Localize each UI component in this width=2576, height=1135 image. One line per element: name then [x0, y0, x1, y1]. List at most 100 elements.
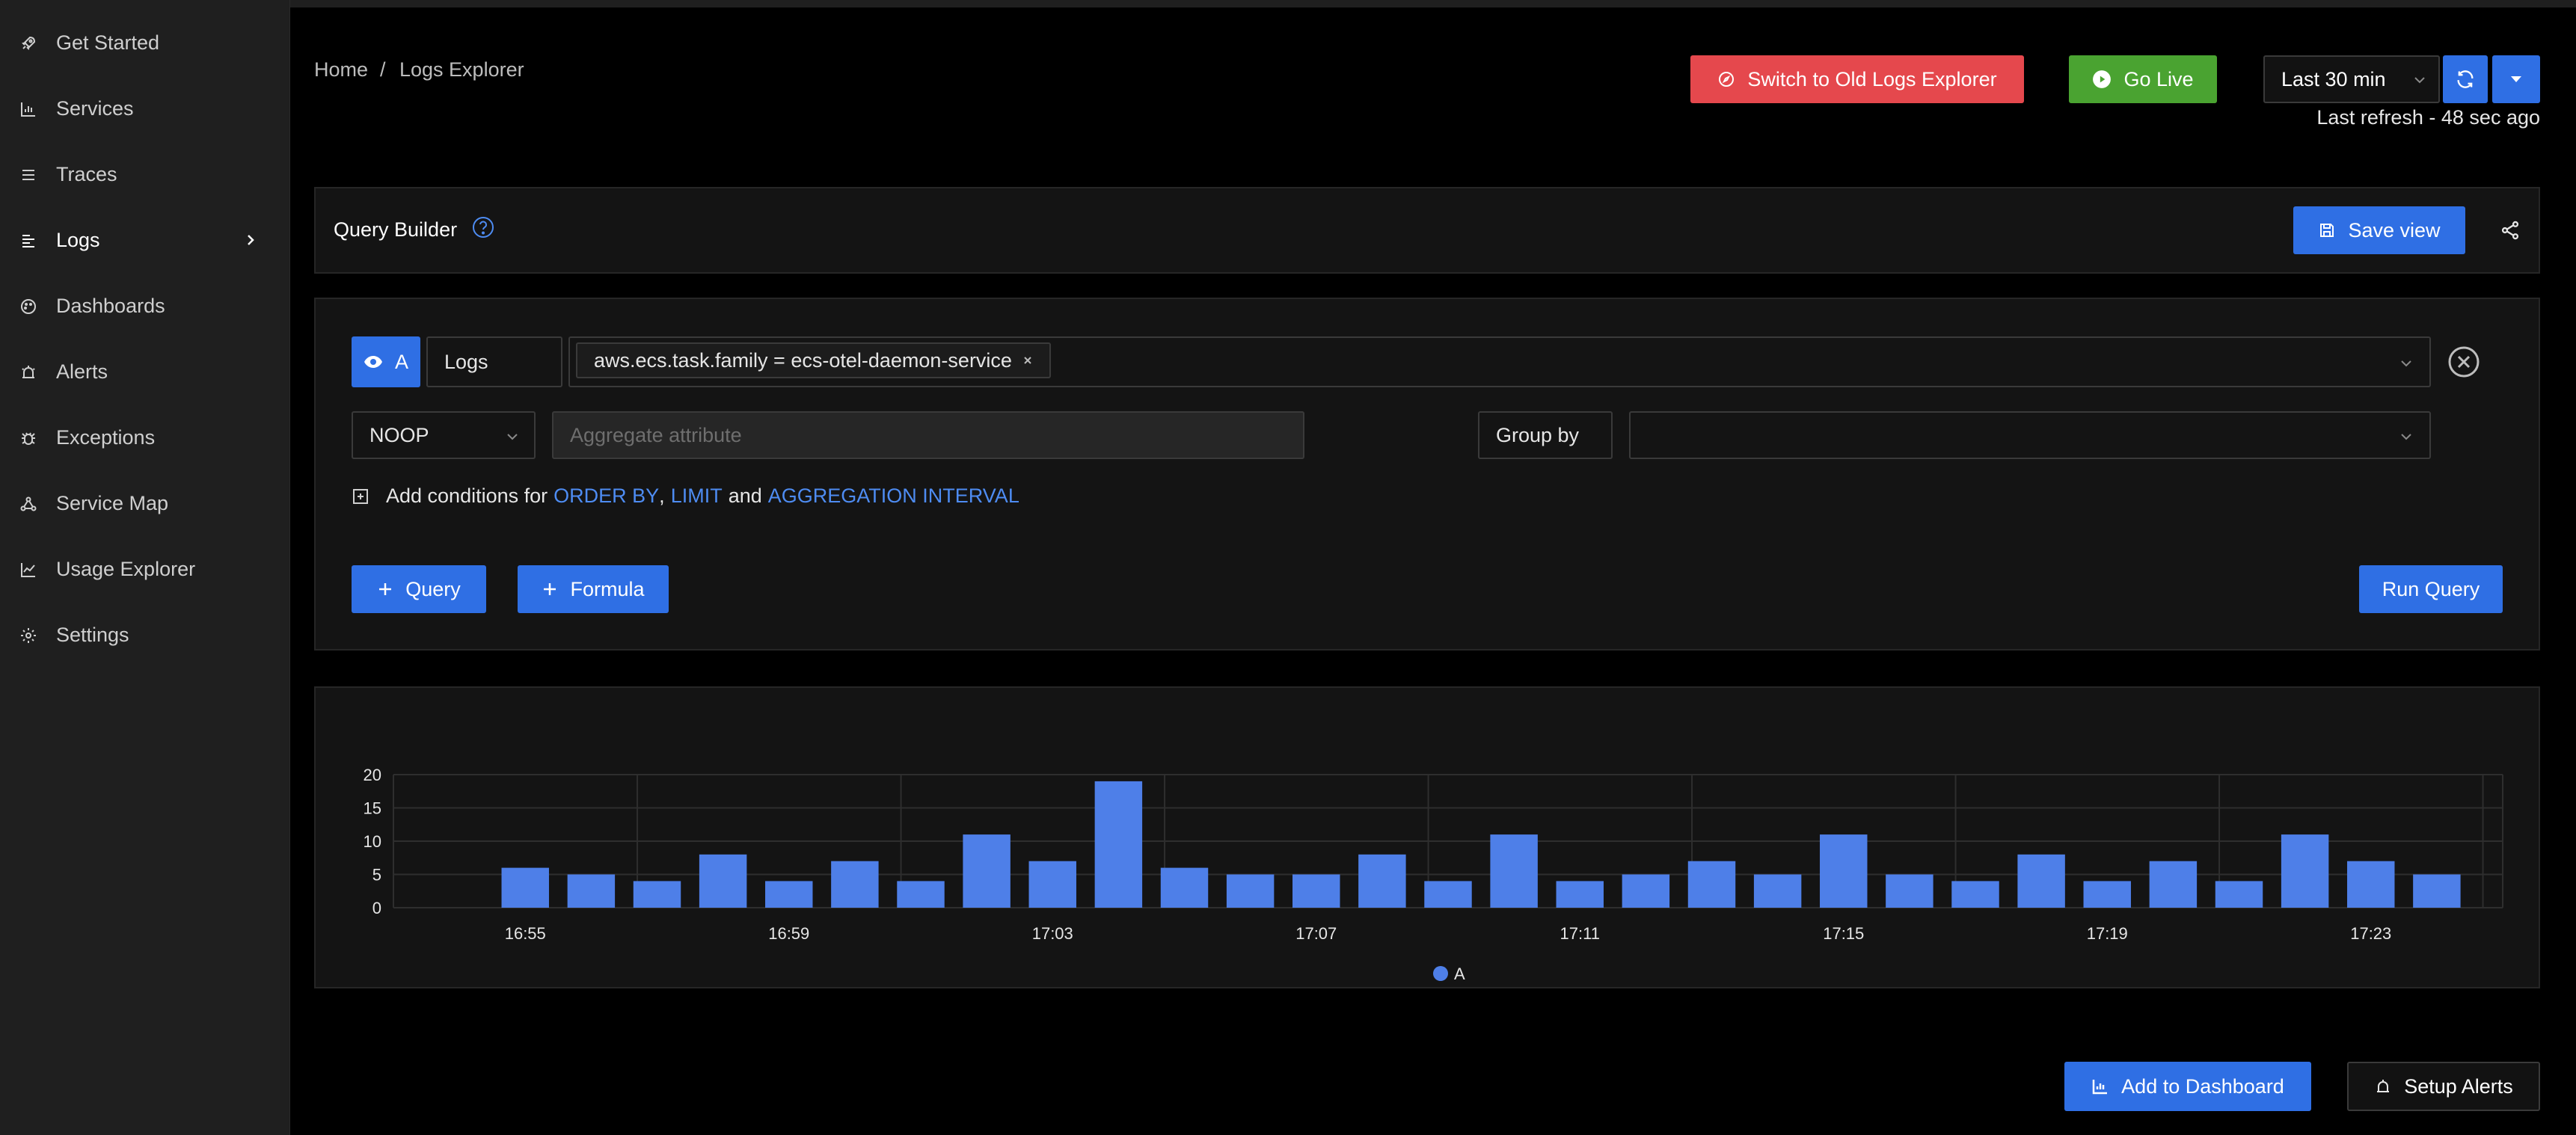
time-range-value: Last 30 min: [2281, 67, 2386, 90]
add-query-button[interactable]: Query: [352, 565, 486, 613]
refresh-icon: [2457, 70, 2474, 88]
query-toggle-button[interactable]: A: [352, 336, 420, 387]
chart-bar: [1886, 874, 1933, 908]
sidebar: Get Started Services Traces Logs Dashboa…: [0, 0, 290, 1135]
alarm-icon: [22, 366, 35, 378]
chart-bar: [2149, 861, 2198, 908]
aggregation-interval-link[interactable]: AGGREGATION INTERVAL: [768, 485, 1019, 508]
sidebar-item-logs[interactable]: Logs: [0, 210, 290, 270]
run-query-label: Run Query: [2382, 577, 2480, 600]
sidebar-item-alerts[interactable]: Alerts: [0, 342, 290, 402]
x-tick-label: 17:03: [1032, 924, 1073, 943]
sidebar-item-service-map[interactable]: Service Map: [0, 473, 290, 533]
chart-bar: [1226, 874, 1275, 908]
data-source-select[interactable]: Logs: [426, 336, 562, 387]
aggregate-attribute-placeholder: Aggregate attribute: [570, 423, 742, 446]
x-tick-label: 17:15: [1823, 924, 1864, 943]
chart-bar: [2017, 854, 2065, 908]
save-view-button[interactable]: Save view: [2293, 206, 2465, 254]
filter-chip[interactable]: aws.ecs.task.family = ecs-otel-daemon-se…: [576, 342, 1051, 378]
chart-bar: [2281, 834, 2329, 908]
chart-bar: [1358, 854, 1406, 908]
chart-bar: [567, 874, 616, 908]
aggregate-operator-select[interactable]: NOOP: [352, 411, 536, 459]
share-icon[interactable]: [2500, 220, 2521, 241]
bug-icon: [22, 432, 35, 445]
y-tick-label: 20: [364, 766, 381, 784]
chart-bar: [1424, 881, 1472, 908]
last-refresh-text: Last refresh - 48 sec ago: [2316, 106, 2540, 129]
close-icon[interactable]: [1022, 355, 1033, 366]
sidebar-item-get-started[interactable]: Get Started: [0, 13, 290, 73]
time-range-select[interactable]: Last 30 min: [2263, 55, 2440, 103]
query-builder-header: Query Builder Save view: [314, 187, 2540, 274]
switch-old-explorer-button[interactable]: Switch to Old Logs Explorer: [1690, 55, 2024, 103]
sidebar-item-label: Get Started: [56, 31, 160, 54]
rocket-icon: [22, 36, 36, 50]
sidebar-item-settings[interactable]: Settings: [0, 605, 290, 665]
chevron-down-icon: [2401, 360, 2411, 367]
group-by-label: Group by: [1478, 411, 1613, 459]
chart-bar: [831, 861, 879, 908]
sidebar-item-label: Services: [56, 96, 134, 120]
add-conditions-row[interactable]: Add conditions for ORDER BY , LIMIT and …: [352, 485, 1019, 508]
filter-chip-label: aws.ecs.task.family = ecs-otel-daemon-se…: [594, 348, 1012, 372]
sidebar-item-label: Traces: [56, 162, 117, 185]
sidebar-item-label: Dashboards: [56, 294, 165, 317]
add-to-dashboard-label: Add to Dashboard: [2121, 1074, 2284, 1098]
chart-bar: [501, 867, 549, 908]
caret-down-icon: [2511, 76, 2521, 82]
sidebar-item-exceptions[interactable]: Exceptions: [0, 407, 290, 467]
chart-bar: [1820, 834, 1868, 908]
bar-chart-icon: [2092, 1080, 2108, 1095]
remove-query-icon[interactable]: [2447, 345, 2480, 378]
chart-bar: [1292, 874, 1340, 908]
sidebar-item-dashboards[interactable]: Dashboards: [0, 276, 290, 336]
group-by-select[interactable]: [1629, 411, 2431, 459]
sidebar-item-label: Service Map: [56, 491, 169, 514]
limit-link[interactable]: LIMIT: [671, 485, 723, 508]
legend-label: A: [1454, 965, 1465, 983]
go-live-button[interactable]: Go Live: [2069, 55, 2217, 103]
save-icon: [2320, 224, 2334, 237]
y-tick-label: 15: [364, 799, 381, 818]
order-by-link[interactable]: ORDER BY: [553, 485, 659, 508]
play-circle-icon: [2093, 70, 2112, 88]
conditions-prefix: Add conditions for: [386, 485, 548, 507]
plus-square-icon: [353, 488, 368, 504]
chart-bar: [2413, 874, 2461, 908]
eye-icon: [364, 356, 382, 368]
list-icon: [22, 170, 34, 180]
conditions-comma: ,: [659, 485, 665, 507]
run-query-button[interactable]: Run Query: [2359, 565, 2503, 613]
chart-bar: [765, 881, 813, 908]
chart-bar: [1094, 781, 1143, 908]
refresh-button[interactable]: [2443, 55, 2488, 103]
switch-old-explorer-label: Switch to Old Logs Explorer: [1747, 67, 1997, 90]
alarm-icon: [2377, 1080, 2390, 1092]
sidebar-item-traces[interactable]: Traces: [0, 144, 290, 204]
chart-bar: [1622, 874, 1670, 908]
compass-icon: [1719, 72, 1735, 87]
add-formula-label: Formula: [570, 577, 645, 600]
help-icon[interactable]: [471, 215, 495, 239]
breadcrumb-home[interactable]: Home: [314, 58, 368, 81]
sidebar-item-services[interactable]: Services: [0, 79, 290, 138]
sidebar-item-label: Usage Explorer: [56, 557, 196, 580]
aggregate-attribute-input[interactable]: Aggregate attribute: [552, 411, 1304, 459]
chart-bar: [963, 834, 1011, 908]
plus-icon: [544, 583, 556, 595]
chart-bar: [1753, 874, 1802, 908]
x-tick-label: 16:55: [505, 924, 546, 943]
sidebar-item-usage-explorer[interactable]: Usage Explorer: [0, 539, 290, 599]
chart-bar: [1160, 867, 1209, 908]
x-tick-label: 17:19: [2087, 924, 2128, 943]
refresh-options-button[interactable]: [2492, 55, 2540, 103]
save-view-label: Save view: [2348, 218, 2441, 242]
chevron-down-icon: [507, 434, 518, 440]
dashboard-icon: [21, 299, 36, 314]
setup-alerts-button[interactable]: Setup Alerts: [2347, 1062, 2540, 1111]
add-formula-button[interactable]: Formula: [518, 565, 669, 613]
sidebar-item-label: Settings: [56, 623, 129, 646]
add-to-dashboard-button[interactable]: Add to Dashboard: [2064, 1062, 2311, 1111]
